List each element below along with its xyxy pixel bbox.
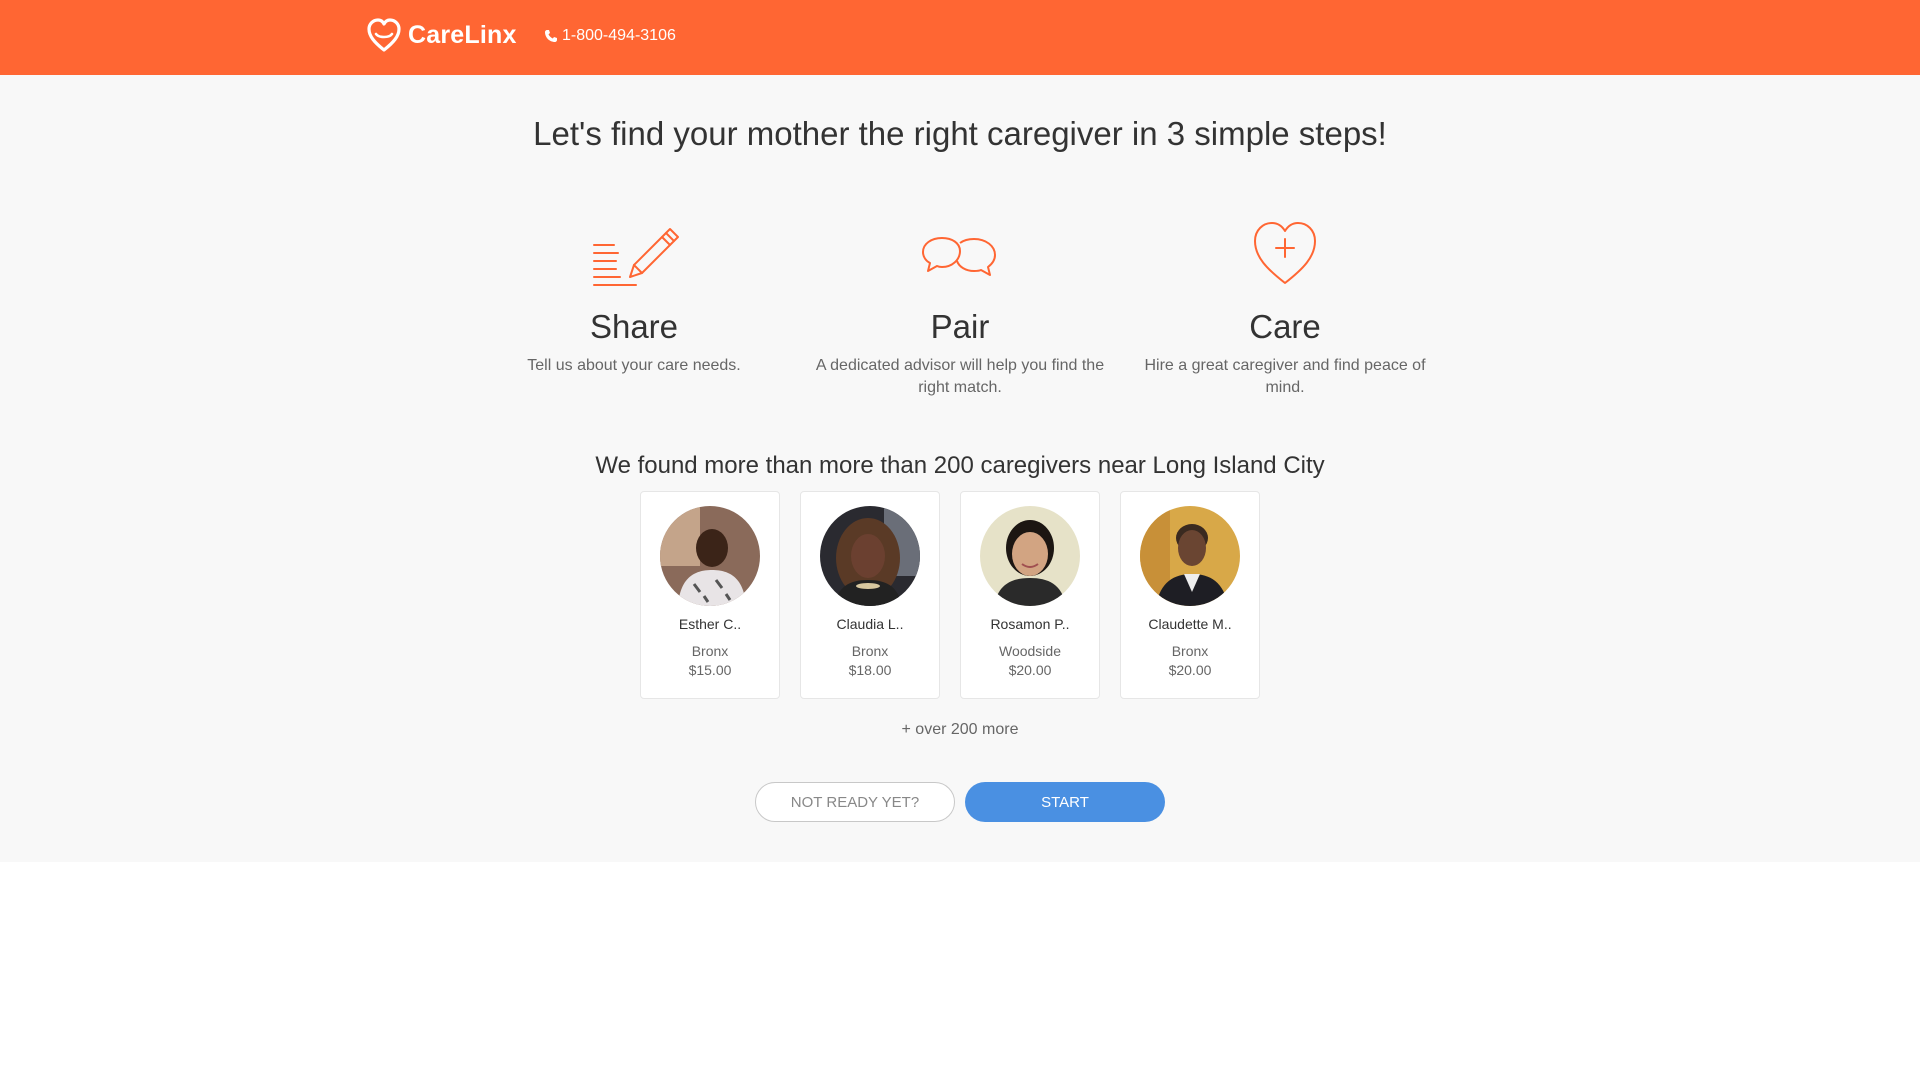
step-description: Tell us about your care needs. xyxy=(527,357,741,374)
caregiver-card[interactable]: Esther C.. Bronx $15.00 xyxy=(640,491,780,699)
caregivers-found-heading: We found more than more than 200 caregiv… xyxy=(595,452,1325,479)
top-bar: CareLinx 1-800-494-3106 xyxy=(0,0,1920,75)
caregiver-name: Esther C.. xyxy=(678,616,742,632)
page-headline: Let's find your mother the right caregiv… xyxy=(533,115,1387,152)
caregiver-rate: $20.00 xyxy=(1008,662,1052,678)
not-ready-button[interactable]: NOT READY YET? xyxy=(755,782,955,822)
caregiver-card[interactable]: Rosamon P.. Woodside $20.00 xyxy=(960,491,1100,699)
avatar xyxy=(660,506,760,606)
caregiver-location: Bronx xyxy=(691,643,729,659)
brand-name: CareLinx xyxy=(408,20,517,49)
step-description: Hire a great caregiver and find peace of… xyxy=(1144,357,1426,396)
step-title: Pair xyxy=(930,308,990,345)
brand-logo[interactable]: CareLinx xyxy=(366,17,517,53)
step-description: A dedicated advisor will help you find t… xyxy=(815,357,1105,396)
main-content: Let's find your mother the right caregiv… xyxy=(0,75,1920,862)
caregiver-card[interactable]: Claudia L.. Bronx $18.00 xyxy=(800,491,940,699)
caregiver-location: Woodside xyxy=(998,643,1061,659)
step-title: Share xyxy=(589,308,679,345)
caregiver-location: Bronx xyxy=(1171,643,1209,659)
avatar xyxy=(980,506,1080,606)
caregiver-name: Claudia L.. xyxy=(836,616,904,632)
caregiver-name: Claudette M.. xyxy=(1148,616,1232,632)
phone-number-link[interactable]: 1-800-494-3106 xyxy=(544,27,676,45)
heart-logo-icon xyxy=(367,18,401,52)
step-share: Share Tell us about your care needs. xyxy=(489,215,779,377)
avatar xyxy=(1140,506,1240,606)
phone-number: 1-800-494-3106 xyxy=(562,27,676,44)
caregiver-list: Esther C.. Bronx $15.00 Claudia L.. Bron… xyxy=(640,491,1260,699)
caregiver-rate: $18.00 xyxy=(848,662,892,678)
caregiver-location: Bronx xyxy=(851,643,889,659)
more-caregivers-text: + over 200 more xyxy=(901,721,1019,738)
caregiver-name: Rosamon P.. xyxy=(990,616,1070,632)
avatar xyxy=(820,506,920,606)
step-care: Care Hire a great caregiver and find pea… xyxy=(1140,215,1430,399)
pencil-list-icon xyxy=(593,228,679,286)
step-title: Care xyxy=(1249,308,1321,345)
caregiver-rate: $20.00 xyxy=(1168,662,1212,678)
phone-icon xyxy=(545,30,557,42)
caregiver-rate: $15.00 xyxy=(688,662,732,678)
caregiver-card[interactable]: Claudette M.. Bronx $20.00 xyxy=(1120,491,1260,699)
step-pair: Pair A dedicated advisor will help you f… xyxy=(815,215,1105,399)
chat-bubbles-icon xyxy=(922,237,996,276)
start-button[interactable]: START xyxy=(965,782,1165,822)
heart-plus-icon xyxy=(1254,222,1316,284)
